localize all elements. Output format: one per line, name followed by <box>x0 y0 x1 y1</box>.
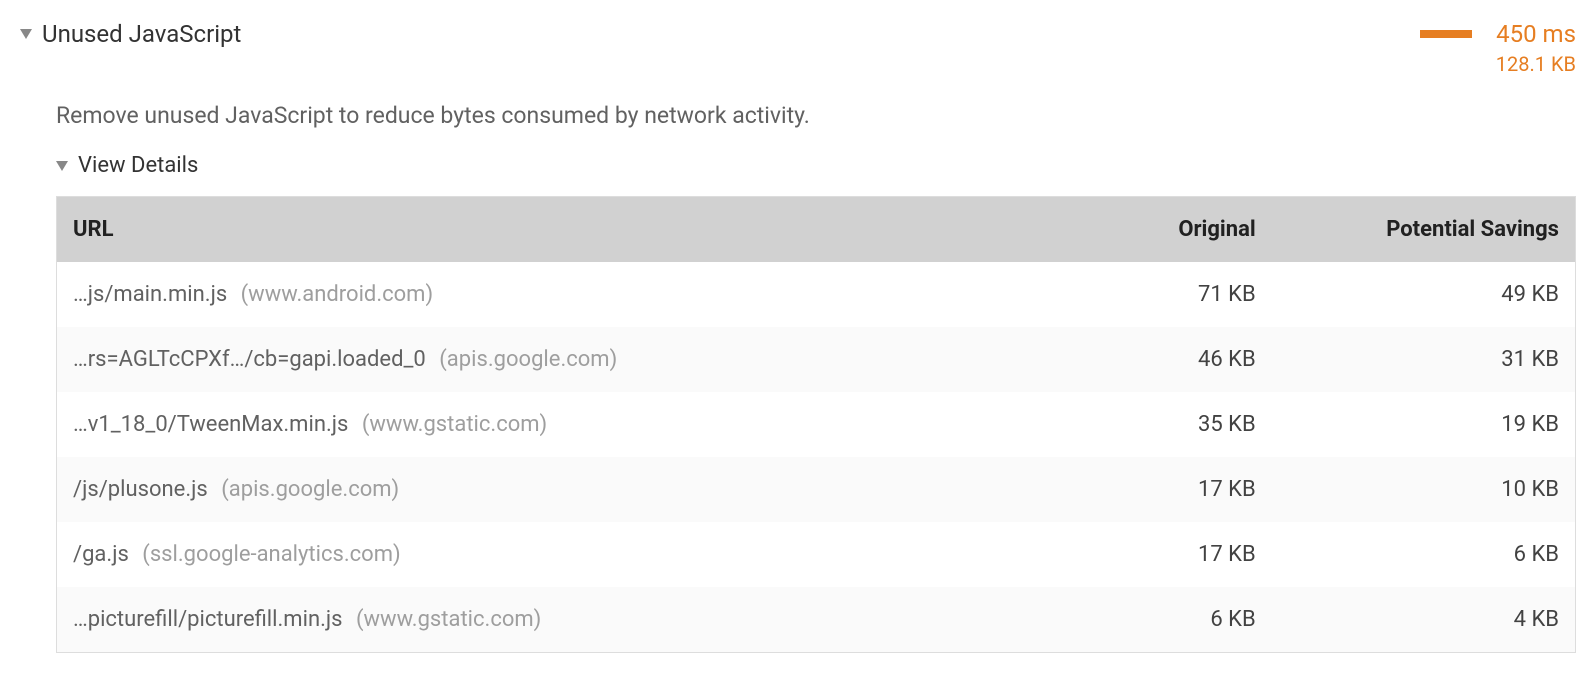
audit-container: Unused JavaScript 450 ms 128.1 KB Remove… <box>20 20 1576 653</box>
url-host: (apis.google.com) <box>221 477 399 502</box>
url-path: …picturefill/picturefill.min.js <box>73 607 343 632</box>
url-path: …js/main.min.js <box>73 282 227 307</box>
audit-title: Unused JavaScript <box>42 20 241 48</box>
cell-original: 71 KB <box>998 262 1271 327</box>
cell-savings: 4 KB <box>1272 587 1576 653</box>
audit-summary: 450 ms 128.1 KB <box>1420 20 1576 76</box>
cell-original: 6 KB <box>998 587 1271 653</box>
audit-description: Remove unused JavaScript to reduce bytes… <box>56 102 1576 129</box>
table-row: /js/plusone.js (apis.google.com) 17 KB 1… <box>57 457 1576 522</box>
cell-url: …js/main.min.js (www.android.com) <box>57 262 999 327</box>
cell-url: …picturefill/picturefill.min.js (www.gst… <box>57 587 999 653</box>
url-host: (ssl.google-analytics.com) <box>142 542 400 567</box>
view-details-toggle[interactable]: View Details <box>56 153 1576 178</box>
table-header-row: URL Original Potential Savings <box>57 197 1576 263</box>
cell-original: 17 KB <box>998 457 1271 522</box>
chevron-down-icon <box>56 161 68 171</box>
url-host: (www.gstatic.com) <box>356 607 541 632</box>
cell-savings: 49 KB <box>1272 262 1576 327</box>
cell-url: …v1_18_0/TweenMax.min.js (www.gstatic.co… <box>57 392 999 457</box>
url-path: …rs=AGLTcCPXf…/cb=gapi.loaded_0 <box>73 347 426 372</box>
chevron-down-icon <box>20 29 32 39</box>
table-header-savings: Potential Savings <box>1272 197 1576 263</box>
details-table: URL Original Potential Savings …js/main.… <box>56 196 1576 653</box>
cell-url: …rs=AGLTcCPXf…/cb=gapi.loaded_0 (apis.go… <box>57 327 999 392</box>
url-host: (www.android.com) <box>241 282 433 307</box>
table-header-original: Original <box>998 197 1271 263</box>
cell-original: 46 KB <box>998 327 1271 392</box>
sparkline-row: 450 ms <box>1420 20 1576 48</box>
view-details-label: View Details <box>78 153 198 178</box>
cell-savings: 31 KB <box>1272 327 1576 392</box>
audit-title-toggle[interactable]: Unused JavaScript <box>20 20 241 48</box>
details-section: View Details URL Original Potential Savi… <box>56 153 1576 653</box>
audit-total-savings: 128.1 KB <box>1496 52 1576 76</box>
cell-url: /ga.js (ssl.google-analytics.com) <box>57 522 999 587</box>
cell-savings: 10 KB <box>1272 457 1576 522</box>
url-host: (www.gstatic.com) <box>362 412 547 437</box>
audit-timing: 450 ms <box>1496 20 1576 48</box>
url-path: /js/plusone.js <box>73 477 208 502</box>
table-header-url: URL <box>57 197 999 263</box>
table-row: …rs=AGLTcCPXf…/cb=gapi.loaded_0 (apis.go… <box>57 327 1576 392</box>
cell-original: 17 KB <box>998 522 1271 587</box>
cell-savings: 6 KB <box>1272 522 1576 587</box>
url-path: …v1_18_0/TweenMax.min.js <box>73 412 348 437</box>
audit-header: Unused JavaScript 450 ms 128.1 KB <box>20 20 1576 76</box>
sparkline-bar-icon <box>1420 30 1472 38</box>
table-row: /ga.js (ssl.google-analytics.com) 17 KB … <box>57 522 1576 587</box>
cell-url: /js/plusone.js (apis.google.com) <box>57 457 999 522</box>
table-row: …v1_18_0/TweenMax.min.js (www.gstatic.co… <box>57 392 1576 457</box>
url-path: /ga.js <box>73 542 129 567</box>
url-host: (apis.google.com) <box>439 347 617 372</box>
table-row: …picturefill/picturefill.min.js (www.gst… <box>57 587 1576 653</box>
cell-savings: 19 KB <box>1272 392 1576 457</box>
cell-original: 35 KB <box>998 392 1271 457</box>
table-row: …js/main.min.js (www.android.com) 71 KB … <box>57 262 1576 327</box>
